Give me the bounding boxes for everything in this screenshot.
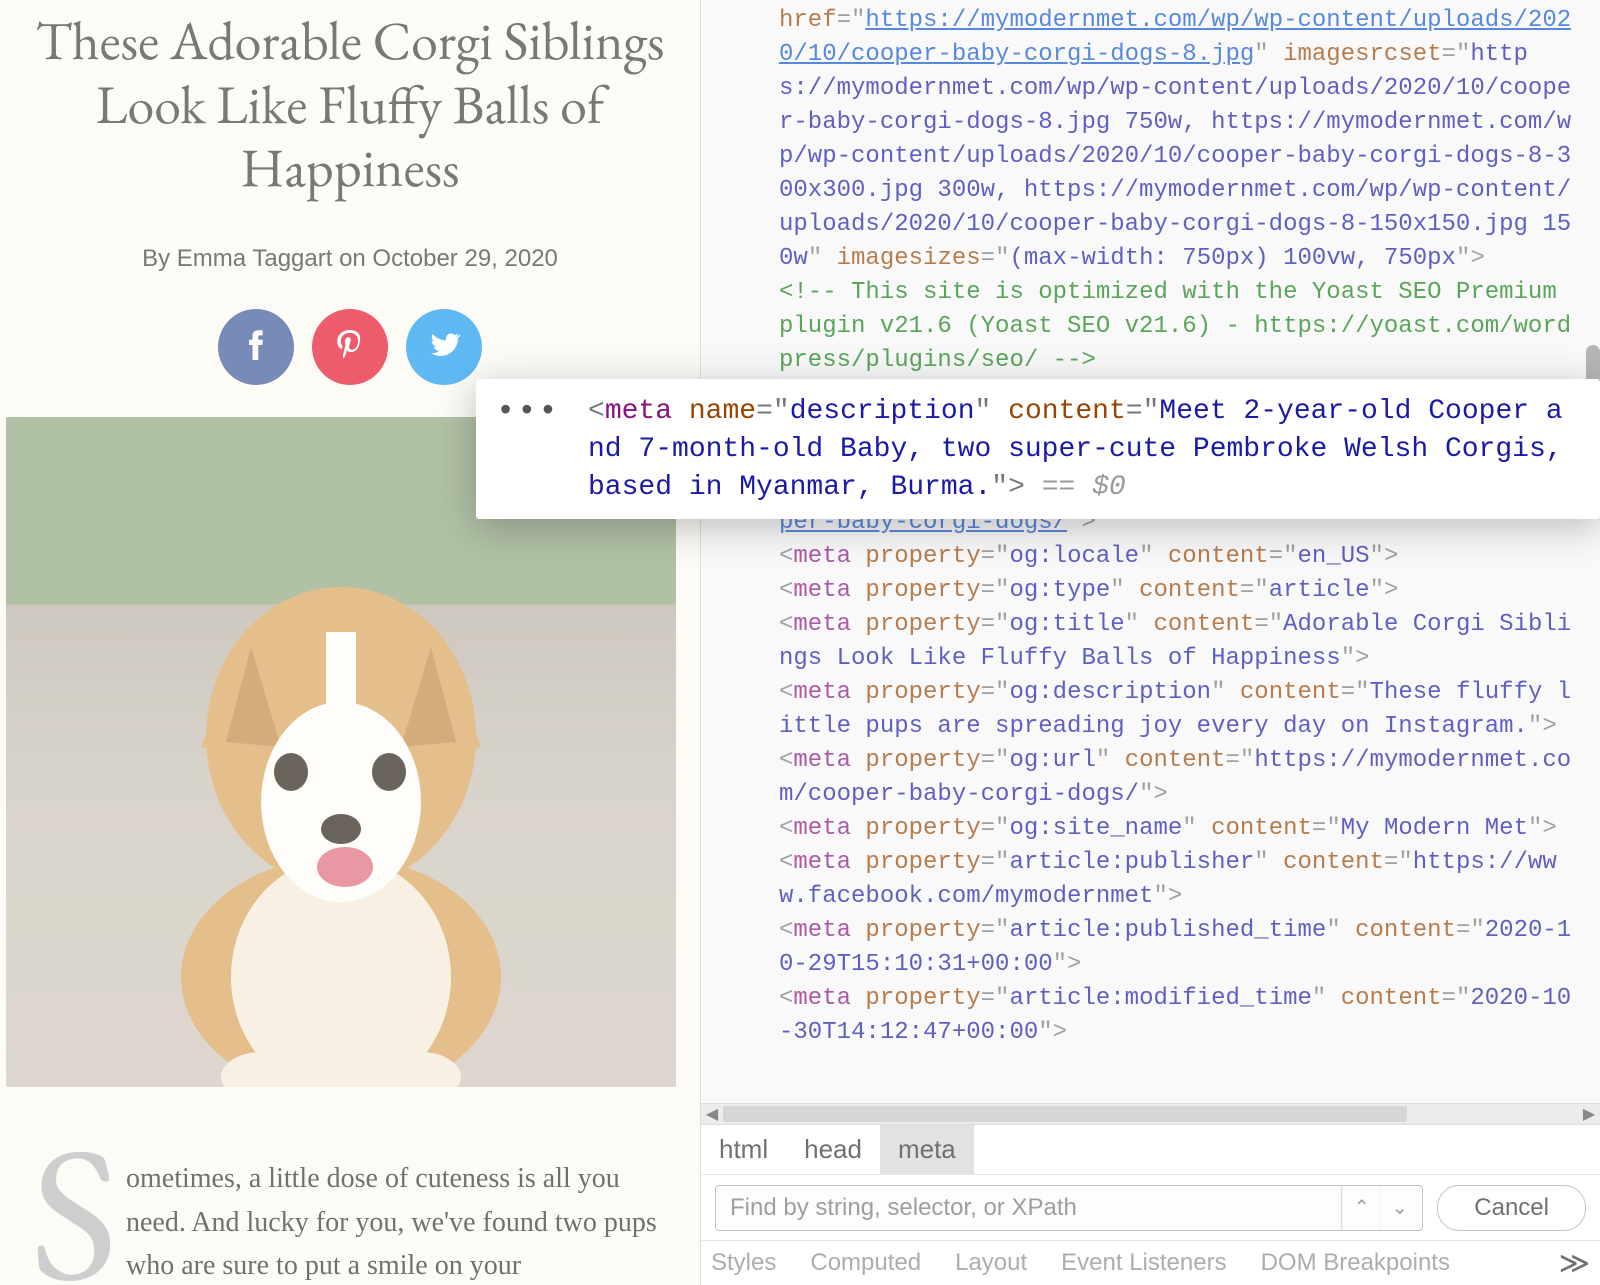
find-prev-icon[interactable]: ⌃	[1342, 1186, 1380, 1230]
twitter-share-button[interactable]	[406, 309, 482, 385]
scroll-left-icon[interactable]: ◀	[701, 1104, 723, 1124]
article-title: These Adorable Corgi Siblings Look Like …	[30, 10, 670, 201]
twitter-icon	[426, 327, 462, 368]
find-input[interactable]	[730, 1194, 1341, 1222]
subtab-dom-breakpoints[interactable]: DOM Breakpoints	[1261, 1249, 1450, 1277]
subtab-computed[interactable]: Computed	[810, 1249, 921, 1277]
meta-line[interactable]: <meta property="og:type" content="articl…	[779, 574, 1600, 608]
breadcrumb-html[interactable]: html	[701, 1125, 786, 1174]
subtabs-overflow-icon[interactable]: ≫	[1559, 1246, 1590, 1281]
devtools-subtabs: Styles Computed Layout Event Listeners D…	[701, 1241, 1600, 1285]
devtools-panel: href="https://mymodernmet.com/wp/wp-cont…	[700, 0, 1600, 1285]
meta-line[interactable]: <meta property="og:url" content="https:/…	[779, 744, 1600, 812]
ellipsis-icon: •••	[496, 393, 560, 431]
corgi-illustration	[131, 547, 551, 1087]
scroll-right-icon[interactable]: ▶	[1578, 1104, 1600, 1124]
hscroll-thumb[interactable]	[723, 1106, 1407, 1122]
article-body: S ometimes, a little dose of cuteness is…	[30, 1157, 670, 1285]
dropcap: S	[30, 1135, 118, 1285]
facebook-icon	[238, 327, 274, 368]
breadcrumb-meta[interactable]: meta	[880, 1125, 974, 1174]
find-cancel-button[interactable]: Cancel	[1437, 1185, 1586, 1231]
meta-line[interactable]: <meta property="article:published_time" …	[779, 914, 1600, 982]
find-input-wrapper: ⌃ ⌄	[715, 1185, 1423, 1231]
breadcrumb-head[interactable]: head	[786, 1125, 880, 1174]
meta-line[interactable]: <meta property="og:title" content="Adora…	[779, 608, 1600, 676]
article-pane: These Adorable Corgi Siblings Look Like …	[0, 0, 700, 1285]
meta-line[interactable]: <meta property="og:site_name" content="M…	[779, 812, 1600, 846]
meta-line[interactable]: <meta property="article:modified_time" c…	[779, 982, 1600, 1050]
dom-breadcrumb: html head meta	[701, 1125, 1600, 1175]
meta-line[interactable]: <meta property="article:publisher" conte…	[779, 846, 1600, 914]
elements-source-view[interactable]: href="https://mymodernmet.com/wp/wp-cont…	[701, 0, 1600, 1103]
find-next-icon[interactable]: ⌄	[1380, 1186, 1418, 1230]
subtab-event-listeners[interactable]: Event Listeners	[1061, 1249, 1226, 1277]
selected-element-popout[interactable]: ••• <meta name="description" content="Me…	[476, 379, 1600, 519]
byline: By Emma Taggart on October 29, 2020	[30, 245, 670, 273]
body-paragraph: ometimes, a little dose of cuteness is a…	[126, 1163, 657, 1281]
pinterest-share-button[interactable]	[312, 309, 388, 385]
subtab-styles[interactable]: Styles	[711, 1249, 776, 1277]
social-share-row	[30, 309, 670, 385]
meta-line[interactable]: <meta property="og:description" content=…	[779, 676, 1600, 744]
pinterest-icon	[332, 327, 368, 368]
find-bar: ⌃ ⌄ Cancel	[701, 1175, 1600, 1241]
subtab-layout[interactable]: Layout	[955, 1249, 1027, 1277]
facebook-share-button[interactable]	[218, 309, 294, 385]
horizontal-scrollbar[interactable]: ◀ ▶	[701, 1103, 1600, 1125]
meta-line[interactable]: <meta property="og:locale" content="en_U…	[779, 540, 1600, 574]
